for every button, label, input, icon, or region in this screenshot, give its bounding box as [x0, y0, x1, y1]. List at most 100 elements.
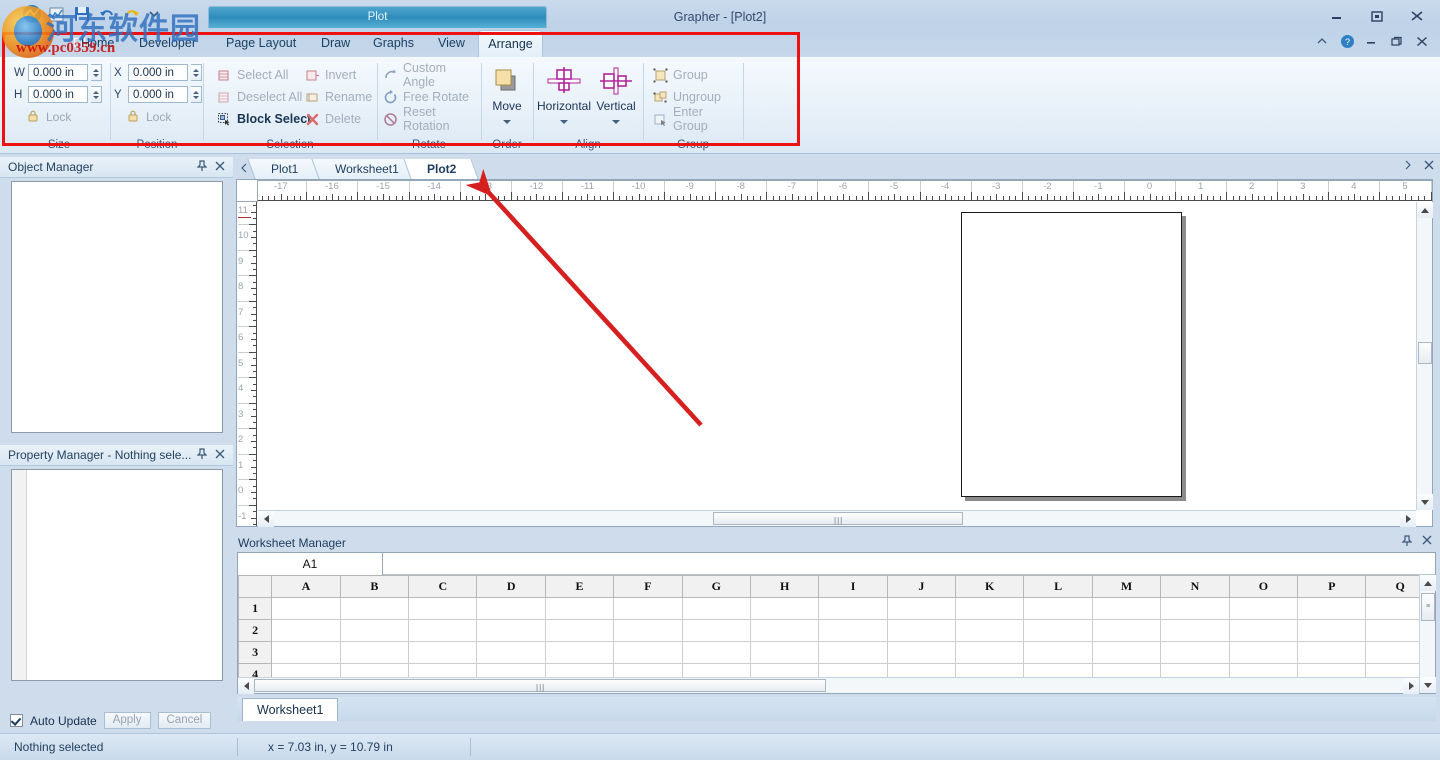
document-tab-plot1[interactable]: Plot1	[247, 159, 321, 179]
worksheet-cell[interactable]	[1023, 597, 1093, 620]
align-vertical-button[interactable]: Vertical	[588, 65, 644, 127]
rename-button[interactable]: Rename	[305, 88, 372, 106]
select-all-button[interactable]: Select All	[217, 66, 288, 84]
worksheet-row-header[interactable]: 3	[238, 641, 273, 664]
worksheet-cell[interactable]	[1023, 641, 1093, 664]
document-tab-plot2[interactable]: Plot2	[403, 159, 479, 179]
undo-icon[interactable]	[97, 4, 117, 24]
new-graph-icon[interactable]	[47, 4, 67, 24]
width-stepper[interactable]	[91, 64, 102, 81]
worksheet-cell[interactable]	[818, 619, 888, 642]
sheet-tab-worksheet1[interactable]: Worksheet1	[242, 698, 339, 721]
worksheet-cell[interactable]	[1297, 641, 1367, 664]
worksheet-cell[interactable]	[681, 619, 752, 642]
worksheet-cell[interactable]	[408, 597, 478, 620]
worksheet-column-header[interactable]: G	[681, 575, 752, 598]
worksheet-column-header[interactable]: K	[955, 575, 1025, 598]
name-box[interactable]: A1	[238, 553, 383, 575]
height-input[interactable]: 0.000 in	[28, 86, 88, 103]
ribbon-tab-view[interactable]: View	[427, 30, 476, 57]
worksheet-cell[interactable]	[476, 619, 546, 642]
worksheet-column-header[interactable]: B	[339, 575, 410, 598]
worksheet-column-header[interactable]: M	[1091, 575, 1162, 598]
deselect-all-button[interactable]: Deselect All	[217, 88, 302, 106]
worksheet-cell[interactable]	[681, 597, 752, 620]
worksheet-column-header[interactable]: D	[476, 575, 546, 598]
worksheet-cell[interactable]	[1160, 641, 1230, 664]
worksheet-table[interactable]: ABCDEFGHIJKLMNOPQ1234	[238, 575, 1435, 686]
quick-access-toolbar[interactable]	[22, 4, 167, 24]
ribbon-tab-home[interactable]: Home	[70, 30, 125, 57]
worksheet-cell[interactable]	[955, 641, 1025, 664]
ribbon-tab-arrange[interactable]: Arrange	[478, 30, 543, 58]
ribbon-tab-draw[interactable]: Draw	[310, 30, 361, 57]
x-field-row[interactable]: X 0.000 in	[114, 64, 202, 81]
worksheet-column-header[interactable]: P	[1297, 575, 1367, 598]
worksheet-cell[interactable]	[818, 597, 888, 620]
property-grid[interactable]	[11, 469, 223, 681]
ws-scroll-down-button[interactable]	[1420, 677, 1436, 693]
worksheet-cell[interactable]	[271, 597, 341, 620]
worksheet-cell[interactable]	[955, 597, 1025, 620]
block-select-button[interactable]: Block Select	[217, 110, 311, 128]
worksheet-cell[interactable]	[749, 597, 820, 620]
worksheet-row-header[interactable]: 2	[238, 619, 273, 642]
custom-angle-button[interactable]: Custom Angle	[383, 61, 479, 89]
worksheet-cell[interactable]	[1228, 641, 1299, 664]
worksheet-sheet-tab-bar[interactable]: Worksheet1	[237, 697, 1436, 721]
ws-vscroll-thumb[interactable]: ≡	[1421, 593, 1435, 621]
scroll-right-button[interactable]	[1400, 511, 1416, 527]
worksheet-cell[interactable]	[1228, 597, 1299, 620]
worksheet-column-header[interactable]: E	[544, 575, 615, 598]
document-tab-worksheet1[interactable]: Worksheet1	[311, 159, 422, 179]
height-stepper[interactable]	[91, 86, 102, 103]
worksheet-column-header[interactable]: N	[1160, 575, 1230, 598]
move-order-dropdown[interactable]	[479, 113, 535, 127]
worksheet-cell[interactable]	[408, 619, 478, 642]
close-document-button[interactable]	[1424, 160, 1434, 173]
plot-canvas[interactable]	[258, 202, 1416, 510]
pin-icon[interactable]	[196, 447, 208, 463]
worksheet-column-header[interactable]: I	[818, 575, 888, 598]
worksheet-cell[interactable]	[544, 597, 615, 620]
apply-button[interactable]: Apply	[103, 712, 151, 729]
worksheet-cell[interactable]	[1297, 619, 1367, 642]
minimize-button[interactable]	[1326, 8, 1348, 24]
ribbon-tab-developer[interactable]: Developer	[128, 30, 207, 57]
object-manager-tree[interactable]	[11, 181, 223, 433]
worksheet-cell[interactable]	[613, 597, 683, 620]
worksheet-cell[interactable]	[271, 641, 341, 664]
worksheet-cell[interactable]	[886, 619, 957, 642]
ws-scroll-left-button[interactable]	[238, 678, 254, 694]
ribbon-tab-bar[interactable]: File Home Developer Page Layout Draw Gra…	[0, 30, 1440, 58]
next-tab-button[interactable]	[1404, 160, 1412, 173]
close-icon[interactable]	[215, 448, 225, 463]
worksheet-vertical-scrollbar[interactable]: ≡	[1419, 575, 1436, 693]
worksheet-cell[interactable]	[749, 641, 820, 664]
ribbon-tab-page-layout[interactable]: Page Layout	[215, 30, 307, 57]
worksheet-cell[interactable]	[886, 597, 957, 620]
ribbon-tab-graphs[interactable]: Graphs	[362, 30, 425, 57]
worksheet-cell[interactable]	[886, 641, 957, 664]
auto-update-checkbox[interactable]	[10, 714, 23, 727]
align-horizontal-button[interactable]: Horizontal	[536, 65, 592, 127]
delete-button[interactable]: Delete	[305, 110, 361, 128]
select-all-cells-button[interactable]	[238, 575, 273, 598]
grapher-logo-icon[interactable]	[22, 4, 42, 24]
invert-button[interactable]: Invert	[305, 66, 356, 84]
reset-rotation-button[interactable]: Reset Rotation	[383, 105, 479, 133]
worksheet-cell[interactable]	[476, 641, 546, 664]
redo-icon[interactable]	[122, 4, 142, 24]
worksheet-column-header[interactable]: A	[271, 575, 341, 598]
worksheet-cell[interactable]	[271, 619, 341, 642]
x-stepper[interactable]	[191, 64, 202, 81]
width-field-row[interactable]: W 0.000 in	[14, 64, 102, 81]
plot-vscroll-thumb[interactable]	[1418, 342, 1432, 364]
plot-vertical-scrollbar[interactable]	[1416, 202, 1433, 510]
worksheet-grid[interactable]: ABCDEFGHIJKLMNOPQ1234	[238, 575, 1435, 693]
worksheet-column-header[interactable]: L	[1023, 575, 1093, 598]
worksheet-cell[interactable]	[613, 641, 683, 664]
worksheet-column-header[interactable]: C	[408, 575, 478, 598]
window-controls[interactable]	[1326, 8, 1428, 24]
worksheet-cell[interactable]	[1297, 597, 1367, 620]
